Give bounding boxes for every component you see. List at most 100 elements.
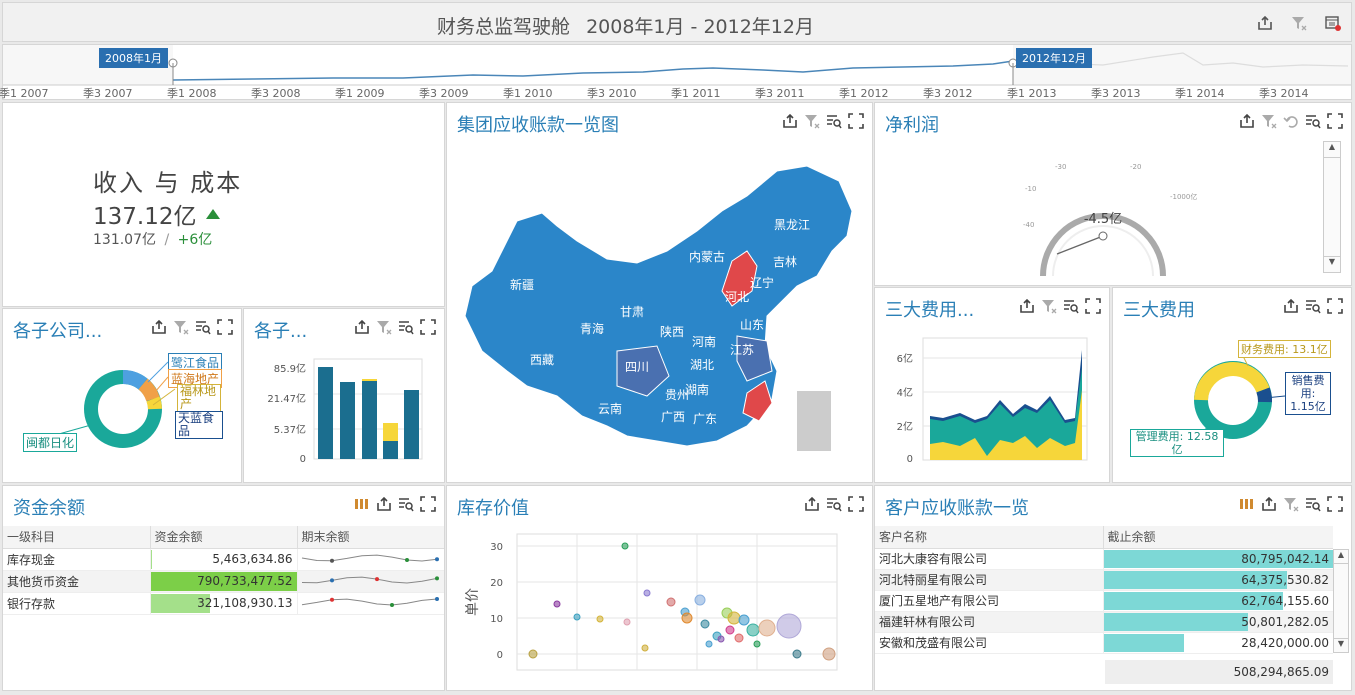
scatter-point[interactable]: [641, 644, 649, 652]
filter-clear-icon[interactable]: [1291, 15, 1307, 31]
donut-slice[interactable]: [1256, 387, 1272, 403]
search-chart-icon[interactable]: [826, 113, 842, 129]
undo-icon[interactable]: [1283, 113, 1299, 129]
fullscreen-icon[interactable]: [1085, 298, 1101, 314]
scrollbar[interactable]: ▲ ▼: [1323, 141, 1341, 273]
scatter-points[interactable]: [528, 542, 836, 661]
export-icon[interactable]: [782, 113, 798, 129]
scatter-point[interactable]: [596, 615, 604, 623]
search-chart-icon[interactable]: [826, 496, 842, 512]
expenses-area-chart[interactable]: 6亿 4亿 2亿 0: [875, 328, 1109, 478]
scatter-point[interactable]: [725, 625, 735, 635]
fullscreen-icon[interactable]: [1327, 298, 1343, 314]
scatter-point[interactable]: [553, 600, 561, 608]
scroll-up-icon[interactable]: ▲: [1324, 142, 1340, 158]
scatter-point[interactable]: [717, 635, 725, 643]
scatter-point[interactable]: [528, 649, 538, 659]
scatter-point[interactable]: [694, 594, 706, 606]
inventory-scatter[interactable]: 30 20 10 0 单价: [447, 524, 872, 689]
bar[interactable]: [383, 441, 398, 459]
table-row[interactable]: 库存现金 5,463,634.86: [3, 548, 444, 571]
companies-bar-chart[interactable]: 85.9亿 21.47亿 5.37亿 0: [244, 349, 444, 479]
fullscreen-icon[interactable]: [420, 496, 436, 512]
export-icon[interactable]: [151, 319, 167, 335]
scatter-point[interactable]: [623, 618, 631, 626]
donut-slice[interactable]: [138, 378, 160, 402]
scatter-point[interactable]: [776, 613, 802, 639]
range-end-label[interactable]: 2012年12月: [1016, 48, 1092, 68]
export-icon[interactable]: [1257, 15, 1273, 31]
scatter-point[interactable]: [822, 647, 836, 661]
map-landmass[interactable]: [464, 165, 853, 447]
fullscreen-icon[interactable]: [1327, 113, 1343, 129]
search-chart-icon[interactable]: [398, 496, 414, 512]
fullscreen-icon[interactable]: [1327, 496, 1343, 512]
scroll-up-icon[interactable]: ▲: [1334, 550, 1348, 564]
search-chart-icon[interactable]: [1305, 298, 1321, 314]
scatter-point[interactable]: [681, 612, 693, 624]
filter-clear-icon[interactable]: [1041, 298, 1057, 314]
scatter-point[interactable]: [666, 597, 676, 607]
search-chart-icon[interactable]: [1063, 298, 1079, 314]
search-chart-icon[interactable]: [1305, 496, 1321, 512]
bar[interactable]: [362, 381, 377, 459]
range-start-label[interactable]: 2008年1月: [99, 48, 168, 68]
fullscreen-icon[interactable]: [420, 319, 436, 335]
table-row[interactable]: 厦门五星地产有限公司 62,764,155.60: [875, 590, 1333, 612]
table-row[interactable]: 其他货币资金 790,733,477.52: [3, 570, 444, 593]
search-chart-icon[interactable]: [398, 319, 414, 335]
scatter-point[interactable]: [621, 542, 629, 550]
timeline-slider[interactable]: 2008年1月 2012年12月 季1 2007 季3 2007 季1 2008 季3…: [0, 44, 1352, 100]
table-row[interactable]: 银行存款 321,108,930.13: [3, 592, 444, 615]
filter-clear-icon[interactable]: [173, 319, 189, 335]
scatter-point[interactable]: [573, 613, 581, 621]
fullscreen-icon[interactable]: [217, 319, 233, 335]
filter-clear-icon[interactable]: [1283, 496, 1299, 512]
table-row[interactable]: 安徽和茂盛有限公司 28,420,000.00: [875, 632, 1333, 654]
column-settings-icon[interactable]: [1239, 496, 1255, 512]
fullscreen-icon[interactable]: [848, 113, 864, 129]
fullscreen-icon[interactable]: [848, 496, 864, 512]
scatter-point[interactable]: [738, 614, 750, 626]
calendar-clear-icon[interactable]: [1325, 15, 1341, 31]
column-header[interactable]: 期末余额: [297, 526, 444, 549]
china-map[interactable]: 黑龙江吉林内蒙古辽宁新疆河北甘肃山东青海 陕西河南江苏西藏 四川 湖北贵州湖南云南广西…: [447, 141, 872, 481]
scroll-down-icon[interactable]: ▼: [1334, 638, 1348, 652]
table-row[interactable]: 河北特丽星有限公司 64,375,530.82: [875, 569, 1333, 591]
scatter-point[interactable]: [727, 611, 741, 625]
filter-clear-icon[interactable]: [804, 113, 820, 129]
scatter-point[interactable]: [753, 640, 761, 648]
column-header[interactable]: 客户名称: [875, 526, 1104, 549]
export-icon[interactable]: [1239, 113, 1255, 129]
table-row[interactable]: 河北大康容有限公司 80,795,042.14: [875, 548, 1333, 570]
table-row[interactable]: 福建轩林有限公司 50,801,282.05: [875, 611, 1333, 633]
export-icon[interactable]: [354, 319, 370, 335]
donut-slice[interactable]: [122, 369, 148, 390]
scatter-point[interactable]: [746, 623, 760, 637]
scatter-point[interactable]: [705, 640, 713, 648]
export-icon[interactable]: [376, 496, 392, 512]
column-header[interactable]: 截止余额: [1103, 526, 1333, 549]
scatter-point[interactable]: [734, 633, 744, 643]
column-header[interactable]: 一级科目: [3, 526, 151, 549]
export-icon[interactable]: [1261, 496, 1277, 512]
export-icon[interactable]: [1019, 298, 1035, 314]
filter-clear-icon[interactable]: [376, 319, 392, 335]
scatter-point[interactable]: [643, 589, 651, 597]
search-chart-icon[interactable]: [195, 319, 211, 335]
bar[interactable]: [340, 382, 355, 459]
column-header[interactable]: 资金余额: [150, 526, 298, 549]
filter-clear-icon[interactable]: [1261, 113, 1277, 129]
export-icon[interactable]: [804, 496, 820, 512]
export-icon[interactable]: [1283, 298, 1299, 314]
donut-slice[interactable]: [1194, 362, 1270, 401]
scatter-point[interactable]: [700, 619, 710, 629]
scatter-point[interactable]: [792, 649, 802, 659]
bar[interactable]: [383, 423, 398, 441]
scrollbar[interactable]: ▲ ▼: [1333, 549, 1349, 653]
bar[interactable]: [404, 390, 419, 459]
bar[interactable]: [318, 367, 333, 459]
column-settings-icon[interactable]: [354, 496, 370, 512]
scatter-point[interactable]: [758, 619, 776, 637]
search-chart-icon[interactable]: [1305, 113, 1321, 129]
